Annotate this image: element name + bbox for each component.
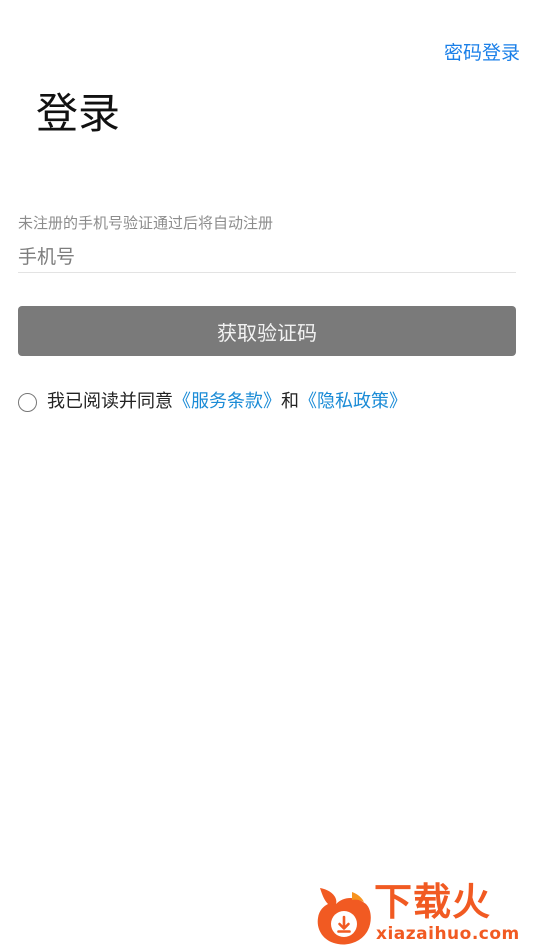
watermark-title: 下载火 — [374, 880, 492, 924]
password-login-link[interactable]: 密码登录 — [444, 40, 520, 66]
phone-input[interactable] — [18, 242, 516, 272]
watermark-domain: xiazaihuo.com — [376, 924, 520, 944]
get-code-button[interactable]: 获取验证码 — [18, 306, 516, 356]
page-title: 登录 — [36, 89, 121, 138]
flame-download-icon — [317, 888, 371, 945]
terms-of-service-link[interactable]: 《服务条款》 — [173, 389, 281, 415]
agreement-radio[interactable] — [18, 392, 37, 412]
privacy-policy-link[interactable]: 《隐私政策》 — [299, 389, 407, 415]
phone-field-container — [18, 242, 516, 273]
agreement-prefix: 我已阅读并同意 — [47, 391, 173, 412]
watermark-logo: 下载火 xiazaihuo.com — [312, 880, 528, 948]
agreement-and: 和 — [281, 391, 299, 412]
agreement-row: 我已阅读并同意 《服务条款》 和 《隐私政策》 — [18, 389, 407, 415]
register-hint: 未注册的手机号验证通过后将自动注册 — [18, 214, 274, 232]
